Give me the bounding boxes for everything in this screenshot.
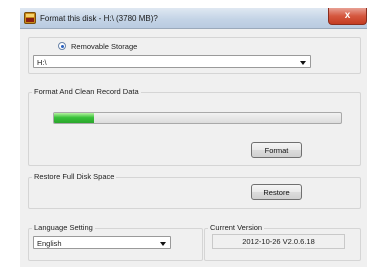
restore-section-title: Restore Full Disk Space	[32, 172, 117, 181]
format-dialog-window: Format this disk - H:\ (3780 MB)? x Remo…	[20, 8, 367, 267]
restore-button[interactable]: Restore	[251, 184, 302, 200]
app-icon	[24, 12, 36, 24]
version-value: 2012-10-26 V2.0.6.18	[212, 234, 345, 249]
window-title: Format this disk - H:\ (3780 MB)?	[40, 14, 158, 23]
restore-panel	[28, 177, 361, 209]
format-progress-bar	[53, 112, 342, 124]
title-bar[interactable]: Format this disk - H:\ (3780 MB)? x	[20, 8, 367, 29]
chevron-down-icon	[300, 61, 306, 65]
close-icon: x	[344, 10, 351, 21]
removable-storage-radio[interactable]	[58, 42, 66, 50]
close-button[interactable]: x	[328, 8, 367, 25]
language-section-title: Language Setting	[32, 223, 95, 232]
format-panel	[28, 92, 361, 166]
format-progress-fill	[54, 113, 95, 123]
language-select-value: English	[37, 239, 62, 248]
format-button[interactable]: Format	[251, 142, 302, 158]
drive-select-value: H:\	[37, 58, 47, 67]
language-select[interactable]: English	[33, 236, 171, 249]
drive-select[interactable]: H:\	[33, 55, 311, 68]
version-section-title: Current Version	[208, 223, 265, 232]
format-section-title: Format And Clean Record Data	[32, 87, 141, 96]
chevron-down-icon	[160, 242, 166, 246]
removable-storage-label: Removable Storage	[71, 42, 138, 51]
